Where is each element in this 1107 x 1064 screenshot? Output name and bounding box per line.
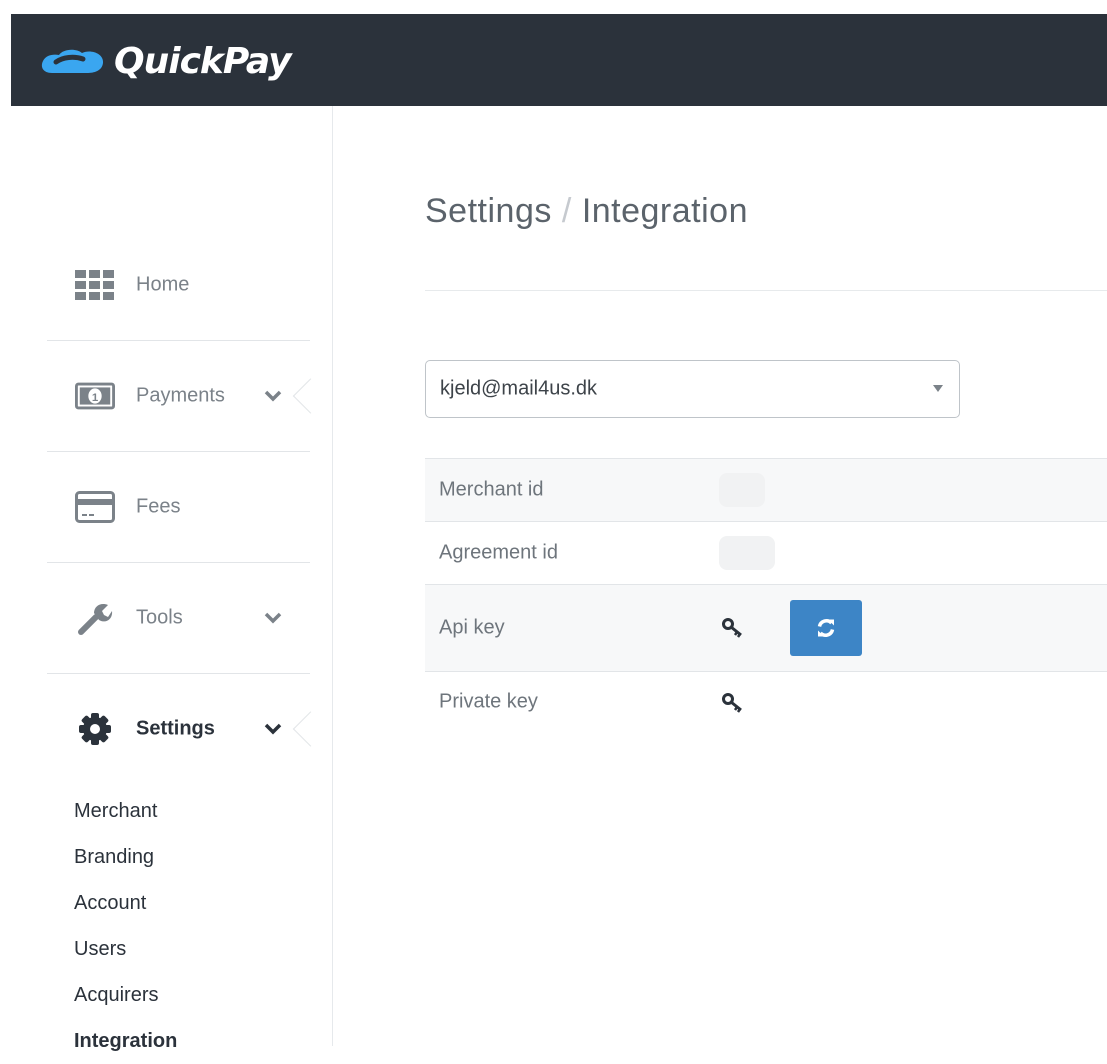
refresh-icon [817,619,835,637]
sidebar: Home 1 Payments Fees Tools Settings Merc… [11,106,333,1052]
row-label: Merchant id [439,478,544,501]
sidebar-item-settings[interactable]: Settings [47,674,329,784]
key-icon[interactable] [721,692,745,714]
integration-table: Merchant id Agreement id Api key Private… [425,458,1107,734]
row-label: Private key [439,690,538,713]
user-select-value: kjeld@mail4us.dk [440,377,598,400]
sidebar-item-label: Fees [136,495,181,518]
quickpay-logo[interactable]: QuickPay [38,40,292,84]
breadcrumb-parent[interactable]: Settings [425,192,552,230]
row-label: Agreement id [439,541,558,564]
table-row: Api key [425,584,1107,671]
settings-submenu: Merchant Branding Account Users Acquirer… [74,788,177,1064]
submenu-item-acquirers[interactable]: Acquirers [74,972,177,1018]
gear-icon [75,712,115,746]
chevron-down-icon [264,723,282,735]
breadcrumb-current: Integration [581,192,748,230]
sidebar-item-label: Home [136,273,190,296]
chevron-down-icon [264,390,282,402]
menu-pointer-notch [292,378,329,414]
sidebar-item-fees[interactable]: Fees [47,452,310,563]
table-row: Private key [425,671,1107,734]
sidebar-item-label: Tools [136,606,183,629]
sidebar-item-label: Payments [136,384,225,407]
row-label: Api key [439,616,505,639]
regenerate-api-key-button[interactable] [790,600,862,656]
menu-pointer-notch [292,711,329,747]
banknote-icon: 1 [75,379,115,413]
redacted-value [719,473,765,507]
sidebar-item-tools[interactable]: Tools [47,563,310,674]
wrench-icon [75,601,115,635]
submenu-item-merchant[interactable]: Merchant [74,788,177,834]
window-left-margin [0,106,11,1046]
window-top-margin [0,0,1107,14]
sidebar-item-home[interactable]: Home [47,230,310,341]
table-row: Merchant id [425,458,1107,521]
submenu-item-integration[interactable]: Integration [74,1018,177,1064]
brand-name: QuickPay [114,41,292,82]
breadcrumb-separator: / [561,192,572,230]
page-title: Settings / Integration [425,192,748,231]
main-content: Settings / Integration kjeld@mail4us.dk Me… [333,106,1107,1046]
submenu-item-branding[interactable]: Branding [74,834,177,880]
svg-text:1: 1 [92,392,99,404]
title-divider [425,290,1107,291]
grid-icon [75,268,115,302]
user-select[interactable]: kjeld@mail4us.dk [425,360,960,418]
chevron-down-icon [264,612,282,624]
submenu-item-users[interactable]: Users [74,926,177,972]
redacted-value [719,536,775,570]
sidebar-item-label: Settings [136,717,215,740]
sidebar-item-payments[interactable]: 1 Payments [47,341,329,452]
cloud-logo-icon [41,49,104,73]
dropdown-arrow-icon [933,385,943,392]
credit-card-icon [75,490,115,524]
key-icon[interactable] [721,617,745,639]
submenu-item-account[interactable]: Account [74,880,177,926]
table-row: Agreement id [425,521,1107,584]
